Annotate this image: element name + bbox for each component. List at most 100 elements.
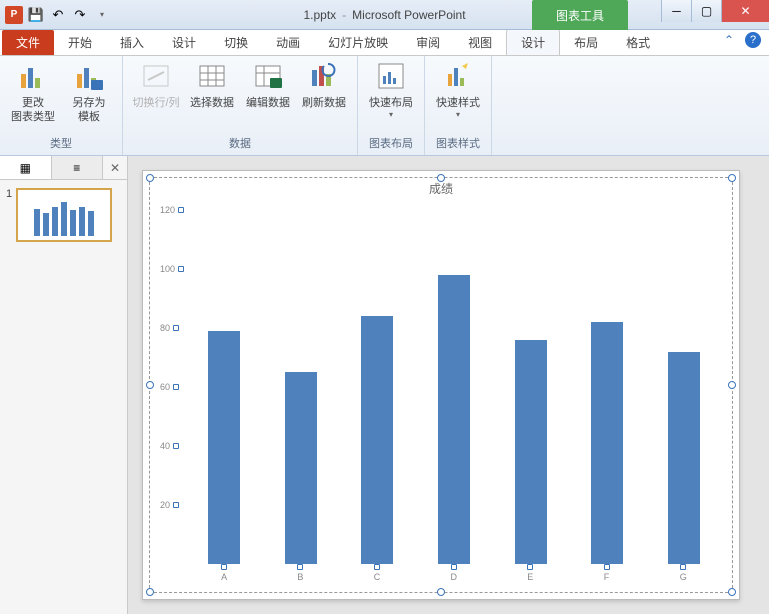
panel-close-icon[interactable]: ✕ <box>103 156 127 179</box>
group-data-label: 数据 <box>229 133 251 153</box>
tab-review[interactable]: 审阅 <box>402 30 454 55</box>
chart-plot-area[interactable]: 20406080100120 <box>186 210 722 564</box>
save-template-label: 另存为 模板 <box>73 96 106 125</box>
tab-chart-layout[interactable]: 布局 <box>560 30 612 55</box>
quick-layout-icon <box>375 60 407 92</box>
y-tick: 100 <box>160 264 184 274</box>
tab-animations[interactable]: 动画 <box>262 30 314 55</box>
ribbon: 更改 图表类型 另存为 模板 类型 切换行/列 选择 <box>0 56 769 156</box>
filename: 1.pptx <box>303 8 336 22</box>
quick-access-toolbar: P 💾 ↶ ↷ ▾ <box>0 5 116 25</box>
slide-number: 1 <box>6 188 12 242</box>
quick-style-button[interactable]: 快速样式 ▾ <box>433 60 483 121</box>
edit-data-button[interactable]: 编辑数据 <box>243 60 293 110</box>
app-icon: P <box>4 5 24 25</box>
slide: 成绩 20406080100120 A B C D E F G <box>142 170 740 600</box>
chart-bar[interactable] <box>668 352 700 564</box>
tab-design-main[interactable]: 设计 <box>158 30 210 55</box>
x-tick: B <box>297 564 303 582</box>
x-tick: D <box>450 564 457 582</box>
resize-handle[interactable] <box>728 174 736 182</box>
slide-canvas[interactable]: 成绩 20406080100120 A B C D E F G <box>128 156 769 614</box>
close-button[interactable]: ✕ <box>721 0 769 22</box>
change-chart-type-button[interactable]: 更改 图表类型 <box>8 60 58 125</box>
chart-bar[interactable] <box>515 340 547 564</box>
resize-handle[interactable] <box>146 174 154 182</box>
help-icon[interactable]: ? <box>745 32 761 48</box>
quick-layout-button[interactable]: 快速布局 ▾ <box>366 60 416 121</box>
chart-tools-context-tab: 图表工具 <box>532 0 628 30</box>
undo-icon[interactable]: ↶ <box>48 5 68 25</box>
window-title: 1.pptx - Microsoft PowerPoint <box>303 8 465 22</box>
ribbon-group-type: 更改 图表类型 另存为 模板 类型 <box>0 56 123 155</box>
minimize-button[interactable]: ─ <box>661 0 691 22</box>
chart-title[interactable]: 成绩 <box>150 178 732 205</box>
save-icon[interactable]: 💾 <box>26 5 46 25</box>
chevron-down-icon: ▾ <box>389 110 393 120</box>
tab-view[interactable]: 视图 <box>454 30 506 55</box>
tab-file[interactable]: 文件 <box>2 30 54 55</box>
edit-data-label: 编辑数据 <box>246 96 290 110</box>
resize-handle[interactable] <box>728 381 736 389</box>
slide-thumbnail-1[interactable]: 1 <box>0 180 127 250</box>
resize-handle[interactable] <box>146 381 154 389</box>
switch-row-col-icon <box>140 60 172 92</box>
tab-chart-format[interactable]: 格式 <box>612 30 664 55</box>
maximize-button[interactable]: ▢ <box>691 0 721 22</box>
refresh-data-button[interactable]: 刷新数据 <box>299 60 349 110</box>
chart-bar[interactable] <box>285 372 317 564</box>
ribbon-tabs: 文件 开始 插入 设计 切换 动画 幻灯片放映 审阅 视图 设计 布局 格式 ⌃… <box>0 30 769 56</box>
edit-data-icon <box>252 60 284 92</box>
chart-object[interactable]: 成绩 20406080100120 A B C D E F G <box>149 177 733 593</box>
x-tick: G <box>680 564 687 582</box>
window-controls: ─ ▢ ✕ <box>661 0 769 22</box>
switch-row-col-label: 切换行/列 <box>132 96 179 110</box>
tab-insert[interactable]: 插入 <box>106 30 158 55</box>
select-data-label: 选择数据 <box>190 96 234 110</box>
quick-style-icon <box>442 60 474 92</box>
chart-bar[interactable] <box>361 316 393 564</box>
save-template-button[interactable]: 另存为 模板 <box>64 60 114 125</box>
app-name: Microsoft PowerPoint <box>352 8 465 22</box>
chart-bar[interactable] <box>438 275 470 564</box>
group-layout-label: 图表布局 <box>369 133 413 153</box>
chart-bar[interactable] <box>591 322 623 564</box>
redo-icon[interactable]: ↷ <box>70 5 90 25</box>
x-tick: C <box>374 564 381 582</box>
chart-bar[interactable] <box>208 331 240 564</box>
titlebar: P 💾 ↶ ↷ ▾ 1.pptx - Microsoft PowerPoint … <box>0 0 769 30</box>
resize-handle[interactable] <box>146 588 154 596</box>
ribbon-group-style: 快速样式 ▾ 图表样式 <box>425 56 492 155</box>
quick-layout-label: 快速布局 <box>369 96 413 110</box>
chevron-down-icon: ▾ <box>456 110 460 120</box>
ribbon-group-layout: 快速布局 ▾ 图表布局 <box>358 56 425 155</box>
y-tick: 120 <box>160 205 184 215</box>
tab-slideshow[interactable]: 幻灯片放映 <box>314 30 402 55</box>
slide-panel-tabs: ▦ ≡ ✕ <box>0 156 127 180</box>
change-chart-type-label: 更改 图表类型 <box>11 96 55 125</box>
ribbon-group-data: 切换行/列 选择数据 编辑数据 刷新数据 数据 <box>123 56 358 155</box>
resize-handle[interactable] <box>437 588 445 596</box>
switch-row-col-button: 切换行/列 <box>131 60 181 110</box>
refresh-data-label: 刷新数据 <box>302 96 346 110</box>
x-tick: E <box>527 564 533 582</box>
chart-bars <box>186 210 722 564</box>
tab-transitions[interactable]: 切换 <box>210 30 262 55</box>
select-data-button[interactable]: 选择数据 <box>187 60 237 110</box>
y-tick: 80 <box>160 323 179 333</box>
x-axis: A B C D E F G <box>186 564 722 582</box>
tab-chart-design[interactable]: 设计 <box>506 29 560 55</box>
x-tick: F <box>604 564 610 582</box>
select-data-icon <box>196 60 228 92</box>
resize-handle[interactable] <box>728 588 736 596</box>
tab-home[interactable]: 开始 <box>54 30 106 55</box>
x-tick: A <box>221 564 227 582</box>
y-tick: 20 <box>160 500 179 510</box>
y-tick: 40 <box>160 441 179 451</box>
ribbon-minimize-icon[interactable]: ⌃ <box>721 32 737 48</box>
thumbnails-tab-icon[interactable]: ▦ <box>0 156 52 179</box>
resize-handle[interactable] <box>437 174 445 182</box>
qat-dropdown-icon[interactable]: ▾ <box>92 5 112 25</box>
group-type-label: 类型 <box>50 133 72 153</box>
outline-tab-icon[interactable]: ≡ <box>52 156 104 179</box>
